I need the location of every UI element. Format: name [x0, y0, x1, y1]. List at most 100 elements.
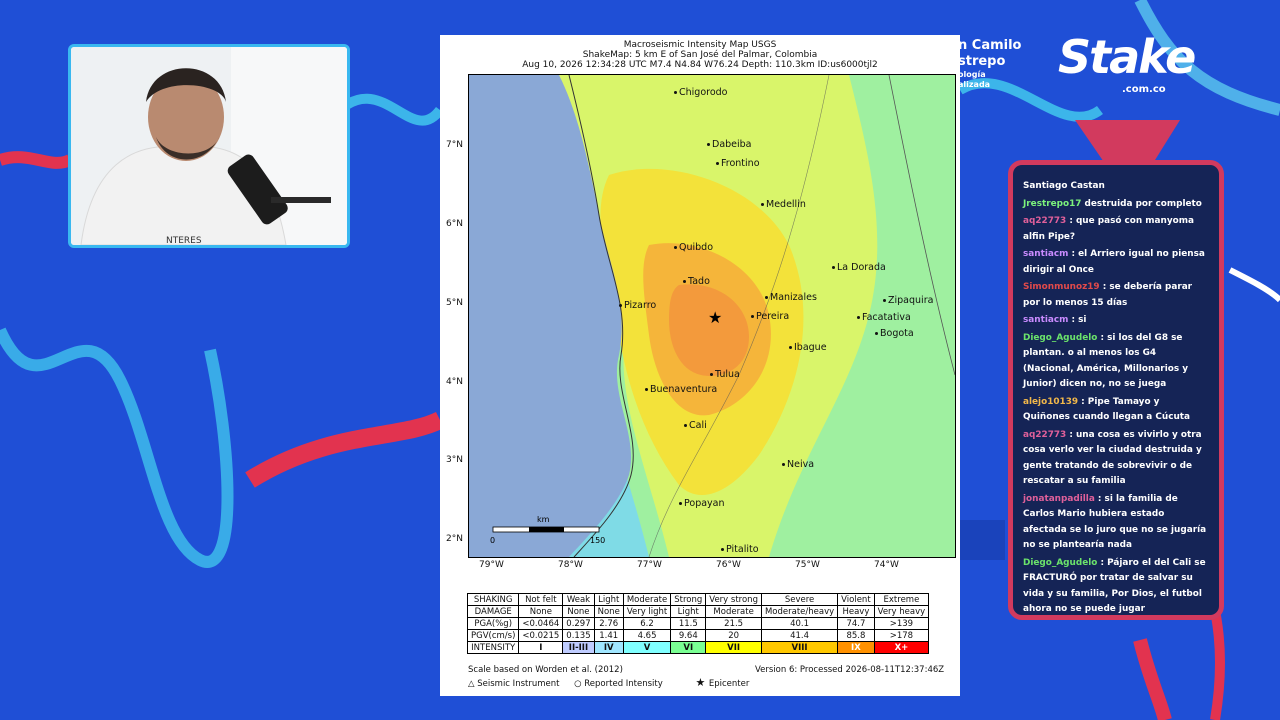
- legend-cell: V: [622, 641, 672, 654]
- intensity-map: ★ Chigorodo Dabeiba Frontino Medellin Qu…: [468, 74, 956, 558]
- star-icon: ★: [695, 676, 709, 689]
- legend-row: DAMAGE None None None Very light Light Moderat…: [466, 605, 930, 618]
- scale-reference: Scale based on Worden et al. (2012): [468, 665, 623, 675]
- chat-username[interactable]: aq22773: [1023, 430, 1066, 440]
- city-label: Zipaquira: [883, 295, 933, 306]
- city-label: Tado: [683, 276, 710, 287]
- city-label: Cali: [684, 420, 707, 431]
- city-label: Ibague: [789, 342, 827, 353]
- chat-message: aq22773 : que pasó con manyoma alfin Pip…: [1013, 214, 1219, 245]
- chat-username[interactable]: Simonmunoz19: [1023, 282, 1100, 292]
- city-label: Dabeiba: [707, 139, 752, 150]
- city-label: La Dorada: [832, 262, 886, 273]
- legend-row-header: SHAKING: [466, 593, 520, 606]
- legend-cell: Moderate: [622, 593, 672, 606]
- lon-label: 78°W: [558, 560, 583, 570]
- legend-row-header: DAMAGE: [466, 605, 520, 618]
- legend-cell: <0.0464: [518, 617, 564, 630]
- legend-cell: Strong: [670, 593, 707, 606]
- legend-cell: Violent: [837, 593, 875, 606]
- city-label: Tulua: [710, 369, 740, 380]
- legend-cell: None: [562, 605, 595, 618]
- host-subtitle-line: ología: [958, 70, 986, 79]
- legend-cell: 85.8: [837, 629, 875, 642]
- lon-label: 79°W: [479, 560, 504, 570]
- chat-username[interactable]: Diego_Agudelo: [1023, 333, 1097, 343]
- legend-cell: VI: [670, 641, 707, 654]
- city-label: Pizarro: [619, 300, 656, 311]
- legend-cell: Not felt: [518, 593, 564, 606]
- lon-label: 74°W: [874, 560, 899, 570]
- chat-username[interactable]: alejo10139: [1023, 397, 1078, 407]
- legend-cell: Very heavy: [873, 605, 930, 618]
- triangle-icon: △: [468, 679, 478, 689]
- legend-row-header: INTENSITY: [466, 641, 520, 654]
- epicenter-label: Epicenter: [708, 679, 750, 689]
- city-label: Manizales: [765, 292, 817, 303]
- host-name-line: strepo: [958, 54, 1006, 69]
- chat-message: jonatanpadilla : si la familia de Carlos…: [1013, 492, 1219, 554]
- legend-cell: 41.4: [760, 629, 839, 642]
- legend-cell: <0.0215: [518, 629, 564, 642]
- legend-cell: 20: [705, 629, 762, 642]
- host-subtitle-line: alizada: [958, 80, 991, 89]
- chat-message: Simonmunoz19 : se debería parar por lo m…: [1013, 280, 1219, 311]
- svg-text:NTERES: NTERES: [166, 236, 202, 245]
- legend-cell: 21.5: [705, 617, 762, 630]
- legend-cell: Severe: [760, 593, 839, 606]
- lat-label: 3°N: [446, 455, 463, 465]
- legend-cell: Moderate: [705, 605, 762, 618]
- chat-username[interactable]: santiacm: [1023, 315, 1068, 325]
- city-label: Bogota: [875, 328, 914, 339]
- chat-username[interactable]: Jrestrepo17: [1023, 199, 1081, 209]
- lon-label: 77°W: [637, 560, 662, 570]
- live-chat-panel[interactable]: Santiago Castan Jrestrepo17 destruida po…: [1008, 160, 1224, 620]
- chat-message: alejo10139 : Pipe Tamayo y Quiñones cuan…: [1013, 395, 1219, 426]
- circle-icon: ○: [574, 679, 585, 689]
- epicenter-star: ★: [708, 308, 722, 327]
- legend-cell: 40.1: [760, 617, 839, 630]
- legend-cell: Extreme: [873, 593, 930, 606]
- legend-row: PGA(%g) <0.0464 0.297 2.76 6.2 11.5 21.5 40.1 74…: [466, 617, 930, 630]
- legend-cell: >139: [873, 617, 930, 630]
- chat-message: santiacm : el Arriero igual no piensa di…: [1013, 247, 1219, 278]
- city-label: Medellin: [761, 199, 806, 210]
- host-subtitle: ología alizada: [958, 70, 990, 90]
- webcam-image: NTERES: [71, 47, 347, 245]
- legend-cell: 0.135: [562, 629, 595, 642]
- chat-message: Jrestrepo17 destruida por completo: [1013, 197, 1219, 213]
- legend-cell: Very light: [622, 605, 672, 618]
- lat-label: 6°N: [446, 219, 463, 229]
- host-name-line: n Camilo: [958, 38, 1022, 53]
- legend-cell: 74.7: [837, 617, 875, 630]
- stake-logo: Stake: [1058, 30, 1196, 84]
- processing-version: Version 6: Processed 2026-08-11T12:37:46…: [755, 665, 945, 675]
- chat-username[interactable]: santiacm: [1023, 249, 1068, 259]
- city-label: Facatativa: [857, 312, 911, 323]
- webcam-feed: NTERES: [68, 44, 350, 248]
- scale-bar: [492, 526, 600, 533]
- shakemap-panel: Macroseismic Intensity Map USGS ShakeMap…: [440, 35, 960, 696]
- chat-text: destruida por completo: [1084, 198, 1202, 209]
- chat-message-list: Jrestrepo17 destruida por completo aq2277…: [1013, 197, 1219, 616]
- legend-cell: Moderate/heavy: [760, 605, 839, 618]
- city-label: Popayan: [679, 498, 725, 509]
- legend-cell: 11.5: [670, 617, 707, 630]
- chat-username[interactable]: aq22773: [1023, 216, 1066, 226]
- chat-username[interactable]: jonatanpadilla: [1023, 494, 1095, 504]
- scale-unit: km: [537, 515, 550, 524]
- lon-label: 76°W: [716, 560, 741, 570]
- legend-cell: 6.2: [622, 617, 672, 630]
- symbol-legend: △ Seismic Instrument ○ Reported Intensit…: [468, 676, 749, 689]
- legend-row-header: PGV(cm/s): [466, 629, 520, 642]
- legend-row: INTENSITY I II-III IV V VI VII VIII IX X+: [466, 641, 930, 654]
- legend-row-header: PGA(%g): [466, 617, 520, 630]
- legend-cell: >178: [873, 629, 930, 642]
- legend-cell: Weak: [562, 593, 595, 606]
- legend-cell: 1.41: [593, 629, 624, 642]
- legend-cell: 2.76: [593, 617, 624, 630]
- map-event-details: Aug 10, 2026 12:34:28 UTC M7.4 N4.84 W76…: [522, 60, 878, 70]
- chat-header: Santiago Castan: [1023, 181, 1105, 191]
- legend-cell: Heavy: [837, 605, 875, 618]
- chat-username[interactable]: Diego_Agudelo: [1023, 558, 1097, 568]
